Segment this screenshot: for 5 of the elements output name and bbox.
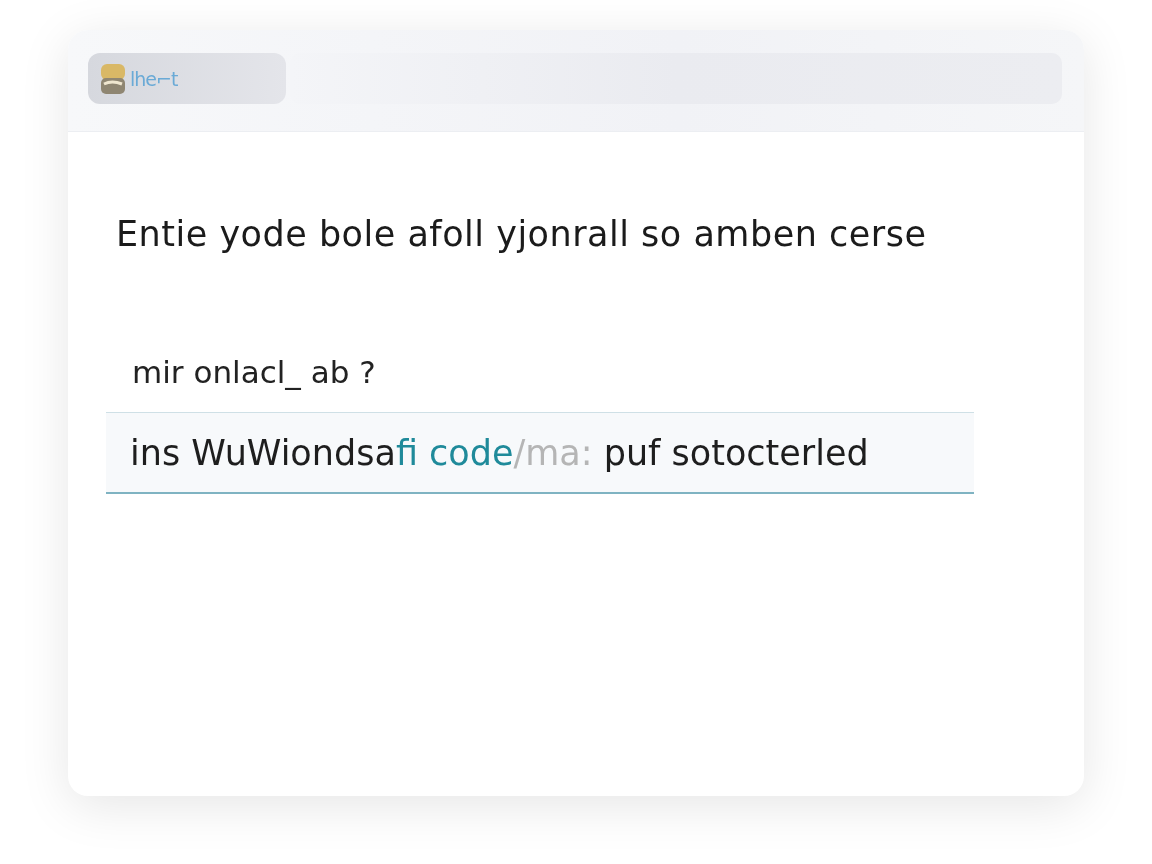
logo-text: lhe⌐t [130, 67, 178, 90]
question-text: Entie yode bole afoll yjonrall so amben cerse [116, 214, 928, 254]
field-label: mir onlacl_ ab ? [132, 354, 377, 390]
input-field[interactable]: ins WuWiondsafi code/ma: puf sotocterled [106, 412, 974, 494]
logo-icon [100, 61, 126, 96]
